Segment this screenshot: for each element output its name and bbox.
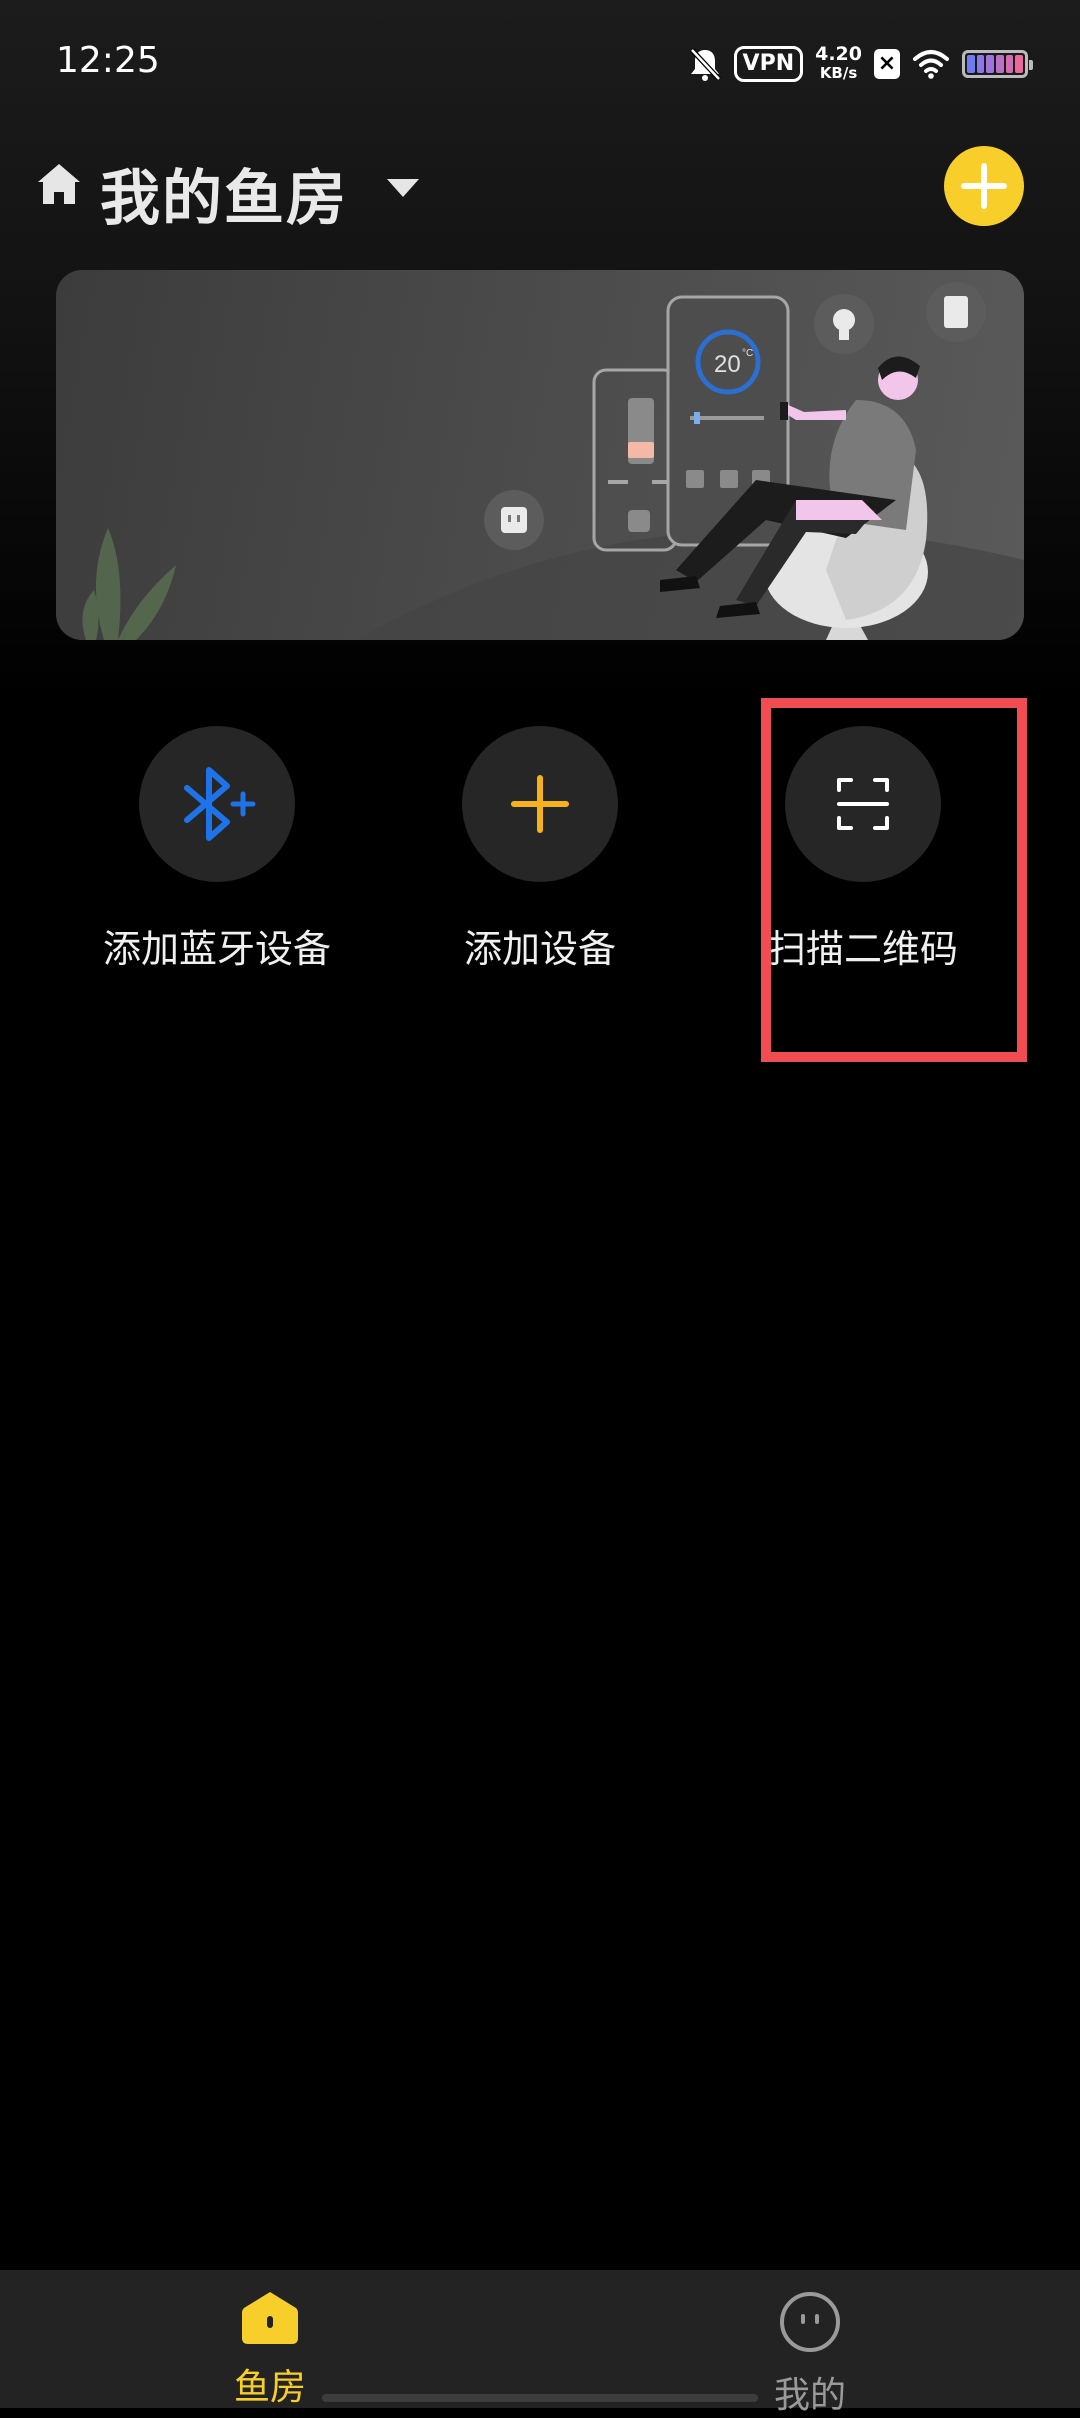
add-bluetooth-device-label: 添加蓝牙设备	[102, 927, 331, 971]
dropdown-arrow-icon[interactable]	[385, 176, 421, 200]
plus-icon	[961, 163, 1007, 209]
svg-text:°C: °C	[742, 348, 753, 359]
bottom-nav: 鱼房 我的	[0, 2270, 1080, 2416]
network-speed-value: 4.20	[815, 43, 862, 65]
status-icons: VPN 4.20 KB/s ×	[688, 42, 1033, 86]
add-button[interactable]	[944, 146, 1024, 226]
page-title[interactable]: 我的鱼房	[100, 150, 348, 237]
add-device-label: 添加设备	[463, 927, 616, 971]
plant-illustration	[82, 528, 176, 640]
status-time: 12:25	[56, 40, 160, 81]
x-icon: ×	[874, 49, 900, 79]
speaker-bubble	[926, 282, 986, 342]
wifi-icon	[913, 50, 949, 79]
bulb-bubble	[814, 294, 874, 354]
status-bar: 12:25 VPN 4.20 KB/s ×	[0, 0, 1080, 120]
nav-label-fish-room: 鱼房	[233, 2367, 306, 2408]
add-device-button[interactable]	[462, 726, 618, 882]
add-bluetooth-device-button[interactable]	[139, 726, 295, 882]
plus-icon	[511, 775, 569, 833]
nav-label-me: 我的	[773, 2375, 846, 2416]
bell-muted-icon	[689, 48, 721, 81]
home-indicator	[322, 2394, 758, 2402]
highlight-box	[761, 698, 1027, 1062]
home-icon	[38, 164, 80, 204]
smart-home-banner: 20 °C	[56, 270, 1024, 640]
bluetooth-plus-icon	[184, 767, 256, 841]
battery-icon	[962, 50, 1033, 78]
add-device[interactable]: 添加设备	[390, 726, 690, 973]
banner-illustration: 20 °C	[82, 282, 1024, 640]
house-icon	[242, 2292, 298, 2344]
thermostat-value: 20	[714, 351, 741, 378]
socket-bubble	[484, 490, 544, 550]
add-bluetooth-device[interactable]: 添加蓝牙设备	[67, 726, 367, 973]
phone-small-illustration	[592, 368, 678, 552]
header: 我的鱼房	[0, 140, 1080, 250]
vpn-icon: VPN	[733, 46, 804, 82]
nav-item-fish-room[interactable]: 鱼房	[170, 2290, 370, 2410]
network-speed-unit: KB/s	[819, 64, 858, 82]
network-speed: 4.20 KB/s	[815, 45, 862, 83]
face-icon	[780, 2292, 840, 2352]
